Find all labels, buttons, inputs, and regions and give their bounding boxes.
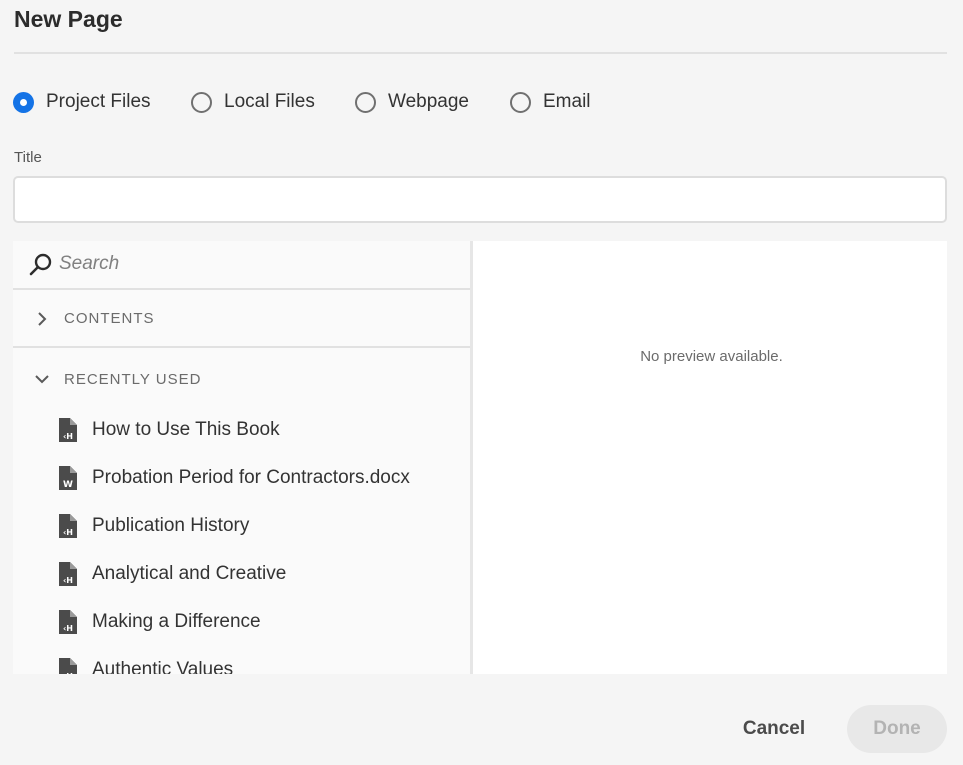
radio-selected-icon <box>13 91 34 113</box>
radio-unselected-icon <box>191 91 212 113</box>
svg-text:W: W <box>63 480 73 490</box>
search-icon <box>29 253 52 276</box>
list-item[interactable]: ‹H Publication History <box>13 509 470 549</box>
radio-label: Local Files <box>224 91 315 112</box>
title-field-label: Title <box>14 149 42 166</box>
html-file-icon: ‹H <box>59 610 77 634</box>
radio-project-files[interactable]: Project Files <box>13 90 151 114</box>
new-page-dialog: New Page Project Files Local Files Webpa… <box>0 0 963 765</box>
preview-empty-text: No preview available. <box>640 348 783 365</box>
title-divider <box>14 52 947 54</box>
file-name: Publication History <box>92 515 250 536</box>
chevron-right-icon <box>38 312 47 326</box>
section-label: CONTENTS <box>64 309 155 327</box>
svg-text:‹H: ‹H <box>63 576 73 585</box>
radio-email[interactable]: Email <box>510 90 591 114</box>
html-file-icon: ‹H <box>59 562 77 586</box>
preview-pane: No preview available. <box>476 241 947 674</box>
svg-text:‹H: ‹H <box>63 432 73 441</box>
file-browser: CONTENTS RECENTLY USED ‹H How to Use Thi… <box>13 241 947 674</box>
list-item[interactable]: ‹H Authentic Values <box>13 653 470 674</box>
section-contents[interactable]: CONTENTS <box>13 290 470 348</box>
title-input[interactable] <box>13 176 947 223</box>
radio-unselected-icon <box>510 91 531 113</box>
list-item[interactable]: W Probation Period for Contractors.docx <box>13 461 470 501</box>
file-name: How to Use This Book <box>92 419 280 440</box>
html-file-icon: ‹H <box>59 418 77 442</box>
search-input[interactable] <box>59 249 459 279</box>
list-item[interactable]: ‹H Analytical and Creative <box>13 557 470 597</box>
file-name: Analytical and Creative <box>92 563 287 584</box>
file-name: Authentic Values <box>92 659 234 674</box>
file-tree-pane: CONTENTS RECENTLY USED ‹H How to Use Thi… <box>13 241 473 674</box>
search-bar <box>13 241 470 290</box>
section-label: RECENTLY USED <box>64 370 202 388</box>
word-file-icon: W <box>59 466 77 490</box>
radio-label: Project Files <box>46 91 151 112</box>
svg-text:‹H: ‹H <box>63 672 73 674</box>
file-name: Making a Difference <box>92 611 261 632</box>
html-file-icon: ‹H <box>59 514 77 538</box>
cancel-button[interactable]: Cancel <box>724 705 824 753</box>
radio-label: Webpage <box>388 91 469 112</box>
dialog-title: New Page <box>14 6 123 32</box>
list-item[interactable]: ‹H Making a Difference <box>13 605 470 645</box>
html-file-icon: ‹H <box>59 658 77 674</box>
chevron-down-icon <box>35 375 49 384</box>
svg-text:‹H: ‹H <box>63 528 73 537</box>
radio-local-files[interactable]: Local Files <box>191 90 315 114</box>
done-button[interactable]: Done <box>847 705 947 753</box>
radio-unselected-icon <box>355 91 376 113</box>
radio-label: Email <box>543 91 591 112</box>
file-name: Probation Period for Contractors.docx <box>92 467 410 488</box>
list-item[interactable]: ‹H How to Use This Book <box>13 413 470 453</box>
radio-webpage[interactable]: Webpage <box>355 90 469 114</box>
section-recently-used[interactable]: RECENTLY USED <box>13 350 470 408</box>
svg-text:‹H: ‹H <box>63 624 73 633</box>
